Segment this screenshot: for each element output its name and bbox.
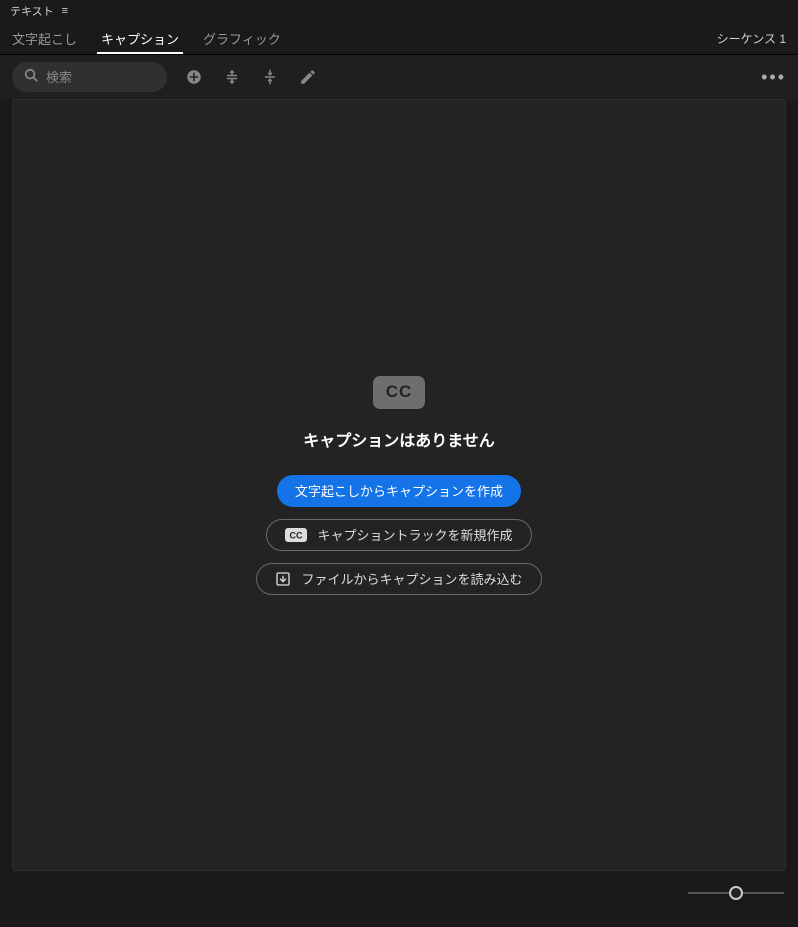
panel-title-bar: テキスト ≡ [0,0,798,22]
cc-small-icon: CC [285,528,307,542]
tabs-container: 文字起こし キャプション グラフィック [0,22,293,54]
toolbar-left [12,62,319,92]
edit-icon[interactable] [297,66,319,88]
svg-text:CC: CC [290,530,303,540]
sequence-label[interactable]: シーケンス 1 [717,30,798,47]
add-caption-icon[interactable] [183,66,205,88]
footer [0,871,798,915]
panel-title: テキスト [10,3,54,19]
search-box[interactable] [12,62,167,92]
create-from-transcript-button[interactable]: 文字起こしからキャプションを作成 [277,475,521,507]
tab-graphics[interactable]: グラフィック [191,22,293,54]
tab-captions[interactable]: キャプション [89,22,191,54]
button-label: 文字起こしからキャプションを作成 [295,481,503,500]
panel-menu-icon[interactable]: ≡ [62,5,68,17]
import-file-icon [275,571,291,587]
button-label: キャプショントラックを新規作成 [317,525,512,544]
tab-transcribe[interactable]: 文字起こし [0,22,89,54]
search-icon [24,68,38,87]
button-label: ファイルからキャプションを読み込む [301,569,522,588]
tabs-row: 文字起こし キャプション グラフィック シーケンス 1 [0,22,798,55]
create-caption-track-button[interactable]: CC キャプショントラックを新規作成 [266,519,531,551]
toolbar: ••• [0,55,798,99]
split-caption-icon[interactable] [221,66,243,88]
merge-caption-icon[interactable] [259,66,281,88]
import-caption-file-button[interactable]: ファイルからキャプションを読み込む [256,563,541,595]
captions-empty-area: CC キャプションはありません 文字起こしからキャプションを作成 CC キャプシ… [12,99,786,871]
empty-actions: 文字起こしからキャプションを作成 CC キャプショントラックを新規作成 ファイル… [256,475,541,595]
cc-badge-icon: CC [373,376,425,409]
more-options-icon[interactable]: ••• [761,67,786,88]
empty-state-title: キャプションはありません [303,427,495,451]
zoom-slider[interactable] [688,885,784,901]
zoom-thumb[interactable] [729,886,743,900]
